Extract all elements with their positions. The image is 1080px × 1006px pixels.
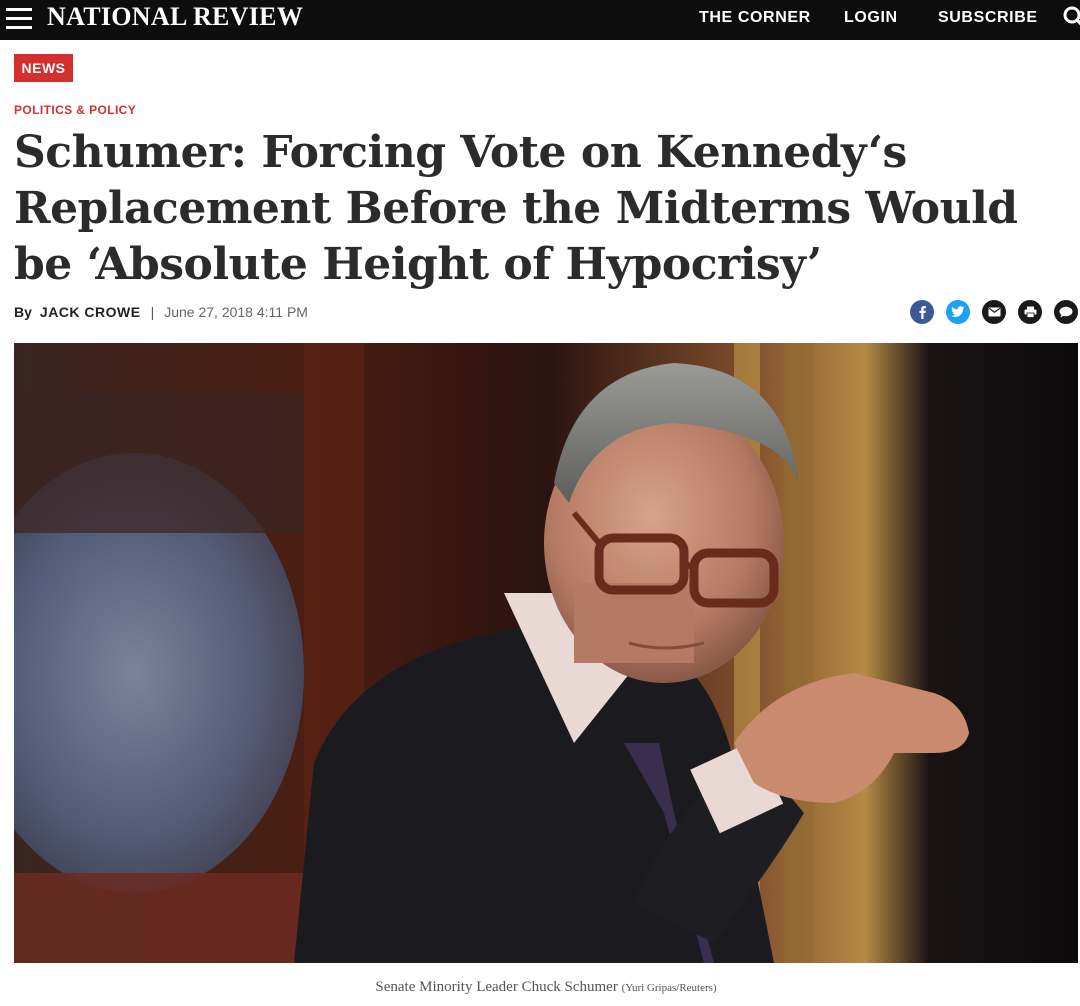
news-badge[interactable]: NEWS [14,54,73,82]
publish-date: June 27, 2018 4:11 PM [164,304,308,320]
twitter-icon[interactable] [946,300,970,324]
nav-link-login[interactable]: LOGIN [844,8,898,28]
hamburger-menu-icon[interactable] [6,8,32,30]
photo-credit: (Yuri Gripas/Reuters) [621,982,717,994]
search-icon[interactable] [1062,4,1080,30]
top-nav-bar: NATIONAL REVIEW THE CORNER LOGIN SUBSCRI… [0,0,1080,40]
facebook-icon[interactable] [910,300,934,324]
nav-link-subscribe[interactable]: SUBSCRIBE [938,8,1038,28]
article-headline: Schumer: Forcing Vote on Kennedy‘s Repla… [14,127,1018,290]
byline: By JACK CROWE | June 27, 2018 4:11 PM [14,304,308,320]
site-logo[interactable]: NATIONAL REVIEW [47,2,303,32]
photo-caption: Senate Minority Leader Chuck Schumer (Yu… [0,979,1080,996]
category-link[interactable]: POLITICS & POLICY [14,103,136,117]
share-buttons [910,300,1078,324]
email-icon[interactable] [982,300,1006,324]
nav-link-the-corner[interactable]: THE CORNER [699,8,811,28]
caption-text: Senate Minority Leader Chuck Schumer [375,979,618,995]
comments-icon[interactable] [1054,300,1078,324]
author-link[interactable]: JACK CROWE [40,304,141,320]
byline-separator: | [150,304,155,320]
article-photo [14,343,1078,963]
byline-prefix: By [14,304,32,320]
print-icon[interactable] [1018,300,1042,324]
